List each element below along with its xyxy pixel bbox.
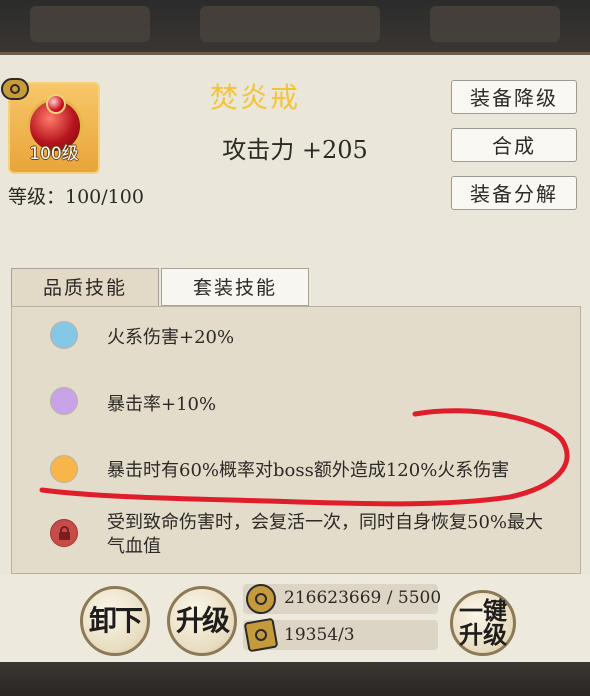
item-level: 等级：100/100 bbox=[8, 186, 144, 208]
banner-decoration bbox=[430, 6, 560, 42]
skill-item: 暴击率+10% bbox=[107, 394, 217, 415]
one-click-upgrade-button[interactable]: 一键 升级 bbox=[450, 590, 516, 656]
banner-decoration bbox=[200, 6, 380, 42]
tab-set-skills[interactable]: 套装技能 bbox=[161, 268, 309, 306]
lock-body bbox=[59, 532, 70, 540]
tab-quality-skills[interactable]: 品质技能 bbox=[11, 268, 159, 306]
circle-dot-icon bbox=[50, 455, 78, 483]
one-click-label-top: 一键 bbox=[459, 597, 507, 625]
attack-stat: 攻击力 +205 bbox=[222, 136, 368, 164]
coin-icon bbox=[1, 78, 29, 100]
skill-item: 暴击时有60%概率对boss额外造成120%火系伤害 bbox=[107, 460, 510, 481]
circle-dot-icon bbox=[50, 387, 78, 415]
combine-button[interactable]: 合成 bbox=[451, 128, 577, 162]
bottom-strip bbox=[0, 662, 590, 696]
lock-icon bbox=[50, 519, 78, 547]
skill-item: 火系伤害+20% bbox=[107, 327, 235, 348]
unequip-button[interactable]: 卸下 bbox=[80, 586, 150, 656]
upgrade-button[interactable]: 升级 bbox=[167, 586, 237, 656]
top-banner bbox=[0, 0, 590, 55]
banner-decoration bbox=[30, 6, 150, 42]
item-level-badge: 100级 bbox=[29, 144, 79, 164]
circle-dot-icon bbox=[50, 321, 78, 349]
ticket-amount: 19354/3 bbox=[284, 625, 355, 645]
ticket-icon bbox=[243, 617, 279, 653]
coin-icon bbox=[246, 584, 276, 614]
one-click-label-bottom: 升级 bbox=[459, 621, 507, 649]
item-name: 焚炎戒 bbox=[209, 81, 300, 114]
downgrade-button[interactable]: 装备降级 bbox=[451, 80, 577, 114]
decompose-button[interactable]: 装备分解 bbox=[451, 176, 577, 210]
gem-icon bbox=[46, 94, 66, 114]
skill-item: 受到致命伤害时，会复活一次，同时自身恢复50%最大气血值 bbox=[107, 512, 544, 557]
coin-amount: 216623669 / 5500 bbox=[284, 588, 442, 608]
